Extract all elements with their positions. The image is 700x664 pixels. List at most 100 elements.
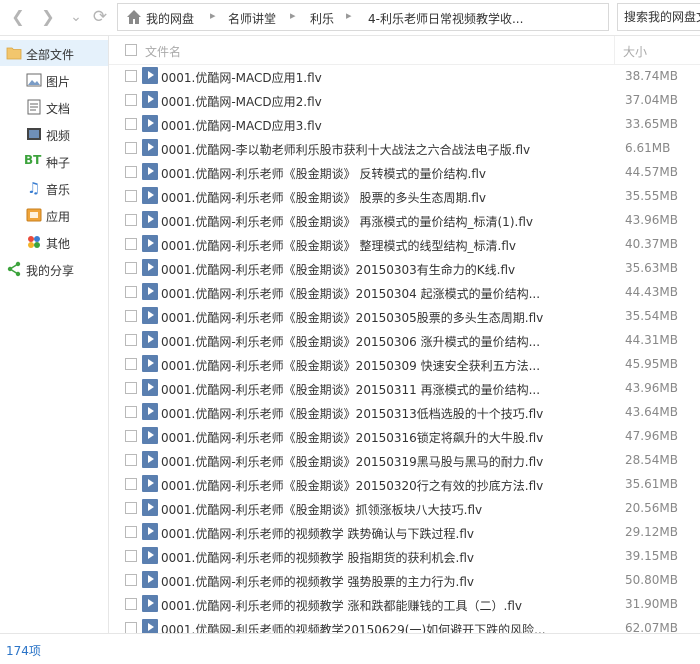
toolbar: ❮ ❯ ⌄ ⟳ 我的网盘 ▸ 名师讲堂 ▸ 利乐 ▸ 4-利乐老师日常视频教学收… [0,0,700,36]
file-name[interactable]: 0001.优酷网-利乐老师《股金期谈》20150316锁定将飙升的大牛股.flv [161,429,607,446]
file-row[interactable]: 0001.优酷网-利乐老师的视频教学20150629(一)如何避开下跌的风险..… [109,616,700,633]
row-checkbox[interactable] [125,502,137,514]
other-icon [28,236,40,248]
file-name[interactable]: 0001.优酷网-利乐老师的视频教学 强势股票的主力行为.flv [161,573,607,590]
video-file-icon [142,115,158,132]
sidebar-item-videos[interactable]: 视频 [0,121,108,147]
file-row[interactable]: 0001.优酷网-MACD应用2.flv 37.04MB [109,88,700,112]
row-checkbox[interactable] [125,286,137,298]
file-row[interactable]: 0001.优酷网-利乐老师的视频教学 跌势确认与下跌过程.flv 29.12MB [109,520,700,544]
file-name[interactable]: 0001.优酷网-利乐老师《股金期谈》 反转模式的量价结构.flv [161,165,607,182]
file-row[interactable]: 0001.优酷网-利乐老师《股金期谈》20150319黑马股与黑马的耐力.flv… [109,448,700,472]
row-checkbox[interactable] [125,454,137,466]
row-checkbox[interactable] [125,574,137,586]
file-row[interactable]: 0001.优酷网-利乐老师的视频教学 强势股票的主力行为.flv 50.80MB [109,568,700,592]
sidebar-item-apps[interactable]: 应用 [0,202,108,228]
row-checkbox[interactable] [125,478,137,490]
sidebar-item-music[interactable]: ♫ 音乐 [0,175,108,201]
file-row[interactable]: 0001.优酷网-MACD应用3.flv 33.65MB [109,112,700,136]
file-name[interactable]: 0001.优酷网-利乐老师的视频教学 跌势确认与下跌过程.flv [161,525,607,542]
file-name[interactable]: 0001.优酷网-利乐老师的视频教学 股指期货的获利机会.flv [161,549,607,566]
file-row[interactable]: 0001.优酷网-利乐老师《股金期谈》抓领涨板块八大技巧.flv 20.56MB [109,496,700,520]
breadcrumb-item[interactable]: 4-利乐老师日常视频教学收... [368,10,523,27]
file-name[interactable]: 0001.优酷网-利乐老师《股金期谈》20150319黑马股与黑马的耐力.flv [161,453,607,470]
home-icon[interactable] [126,9,142,25]
column-divider[interactable] [614,36,615,64]
row-checkbox[interactable] [125,118,137,130]
row-checkbox[interactable] [125,430,137,442]
file-row[interactable]: 0001.优酷网-利乐老师《股金期谈》20150311 再涨模式的量价结构...… [109,376,700,400]
breadcrumb: 我的网盘 ▸ 名师讲堂 ▸ 利乐 ▸ 4-利乐老师日常视频教学收... [117,3,609,31]
row-checkbox[interactable] [125,622,137,633]
file-row[interactable]: 0001.优酷网-利乐老师《股金期谈》20150306 涨升模式的量价结构...… [109,328,700,352]
row-checkbox[interactable] [125,142,137,154]
file-row[interactable]: 0001.优酷网-利乐老师《股金期谈》20150305股票的多头生态周期.flv… [109,304,700,328]
sidebar-item-other[interactable]: 其他 [0,229,108,255]
file-name[interactable]: 0001.优酷网-利乐老师《股金期谈》20150313低档选股的十个技巧.flv [161,405,607,422]
file-name[interactable]: 0001.优酷网-利乐老师《股金期谈》20150320行之有效的抄底方法.flv [161,477,607,494]
file-name[interactable]: 0001.优酷网-利乐老师《股金期谈》20150305股票的多头生态周期.flv [161,309,607,326]
file-name[interactable]: 0001.优酷网-利乐老师《股金期谈》20150311 再涨模式的量价结构... [161,381,607,398]
sidebar-item-torrents[interactable]: BT 种子 [0,148,108,174]
row-checkbox[interactable] [125,94,137,106]
row-checkbox[interactable] [125,310,137,322]
file-row[interactable]: 0001.优酷网-MACD应用1.flv 38.74MB [109,64,700,88]
sidebar-item-documents[interactable]: 文档 [0,94,108,120]
column-header-size[interactable]: 大小 [623,43,647,60]
row-checkbox[interactable] [125,598,137,610]
file-name[interactable]: 0001.优酷网-李以勒老师利乐股市获利十大战法之六合战法电子版.flv [161,141,607,158]
row-checkbox[interactable] [125,214,137,226]
sidebar-item-my-share[interactable]: 我的分享 [0,256,108,282]
file-row[interactable]: 0001.优酷网-利乐老师的视频教学 股指期货的获利机会.flv 39.15MB [109,544,700,568]
file-name[interactable]: 0001.优酷网-利乐老师《股金期谈》抓领涨板块八大技巧.flv [161,501,607,518]
sidebar-item-all-files[interactable]: 全部文件 [0,40,108,66]
row-checkbox[interactable] [125,190,137,202]
breadcrumb-item[interactable]: 名师讲堂 [228,10,276,27]
file-name[interactable]: 0001.优酷网-利乐老师的视频教学20150629(一)如何避开下跌的风险..… [161,621,607,633]
breadcrumb-item[interactable]: 利乐 [310,10,334,27]
sidebar-item-images[interactable]: 图片 [0,67,108,93]
row-checkbox[interactable] [125,166,137,178]
file-row[interactable]: 0001.优酷网-利乐老师《股金期谈》20150320行之有效的抄底方法.flv… [109,472,700,496]
file-row[interactable]: 0001.优酷网-利乐老师的视频教学 涨和跌都能赚钱的工具（二）.flv 31.9… [109,592,700,616]
file-row[interactable]: 0001.优酷网-李以勒老师利乐股市获利十大战法之六合战法电子版.flv 6.61… [109,136,700,160]
row-checkbox[interactable] [125,358,137,370]
file-row[interactable]: 0001.优酷网-利乐老师《股金期谈》20150309 快速安全获利五方法...… [109,352,700,376]
file-row[interactable]: 0001.优酷网-利乐老师《股金期谈》20150316锁定将飙升的大牛股.flv… [109,424,700,448]
row-checkbox[interactable] [125,550,137,562]
row-checkbox[interactable] [125,382,137,394]
file-row[interactable]: 0001.优酷网-利乐老师《股金期谈》 整理模式的线型结构_标清.flv 40.3… [109,232,700,256]
file-row[interactable]: 0001.优酷网-利乐老师《股金期谈》 反转模式的量价结构.flv 44.57MB [109,160,700,184]
back-arrow-icon[interactable]: ❮ [8,7,28,27]
file-name[interactable]: 0001.优酷网-利乐老师的视频教学 涨和跌都能赚钱的工具（二）.flv [161,597,607,614]
file-row[interactable]: 0001.优酷网-利乐老师《股金期谈》20150313低档选股的十个技巧.flv… [109,400,700,424]
file-name[interactable]: 0001.优酷网-利乐老师《股金期谈》 整理模式的线型结构_标清.flv [161,237,607,254]
row-checkbox[interactable] [125,406,137,418]
file-row[interactable]: 0001.优酷网-利乐老师《股金期谈》20150304 起涨模式的量价结构...… [109,280,700,304]
file-row[interactable]: 0001.优酷网-利乐老师《股金期谈》 股票的多头生态周期.flv 35.55MB [109,184,700,208]
row-checkbox[interactable] [125,526,137,538]
file-name[interactable]: 0001.优酷网-利乐老师《股金期谈》20150306 涨升模式的量价结构... [161,333,607,350]
file-name[interactable]: 0001.优酷网-MACD应用2.flv [161,93,607,110]
refresh-icon[interactable]: ⟳ [90,7,110,27]
row-checkbox[interactable] [125,70,137,82]
column-header-name[interactable]: 文件名 [145,43,181,60]
video-file-icon [142,211,158,228]
file-name[interactable]: 0001.优酷网-MACD应用1.flv [161,69,607,86]
file-name[interactable]: 0001.优酷网-利乐老师《股金期谈》 股票的多头生态周期.flv [161,189,607,206]
file-name[interactable]: 0001.优酷网-利乐老师《股金期谈》20150309 快速安全获利五方法... [161,357,607,374]
row-checkbox[interactable] [125,262,137,274]
forward-arrow-icon[interactable]: ❯ [38,7,58,27]
breadcrumb-item[interactable]: 我的网盘 [146,10,194,27]
file-name[interactable]: 0001.优酷网-利乐老师《股金期谈》 再涨模式的量价结构_标清(1).flv [161,213,607,230]
file-row[interactable]: 0001.优酷网-利乐老师《股金期谈》 再涨模式的量价结构_标清(1).flv 4… [109,208,700,232]
file-name[interactable]: 0001.优酷网-利乐老师《股金期谈》20150303有生命力的K线.flv [161,261,607,278]
select-all-checkbox[interactable] [125,44,137,56]
file-name[interactable]: 0001.优酷网-MACD应用3.flv [161,117,607,134]
file-row[interactable]: 0001.优酷网-利乐老师《股金期谈》20150303有生命力的K线.flv 35… [109,256,700,280]
file-name[interactable]: 0001.优酷网-利乐老师《股金期谈》20150304 起涨模式的量价结构... [161,285,607,302]
row-checkbox[interactable] [125,334,137,346]
dropdown-chevron-icon[interactable]: ⌄ [66,7,86,27]
row-checkbox[interactable] [125,238,137,250]
search-input[interactable] [618,4,700,30]
